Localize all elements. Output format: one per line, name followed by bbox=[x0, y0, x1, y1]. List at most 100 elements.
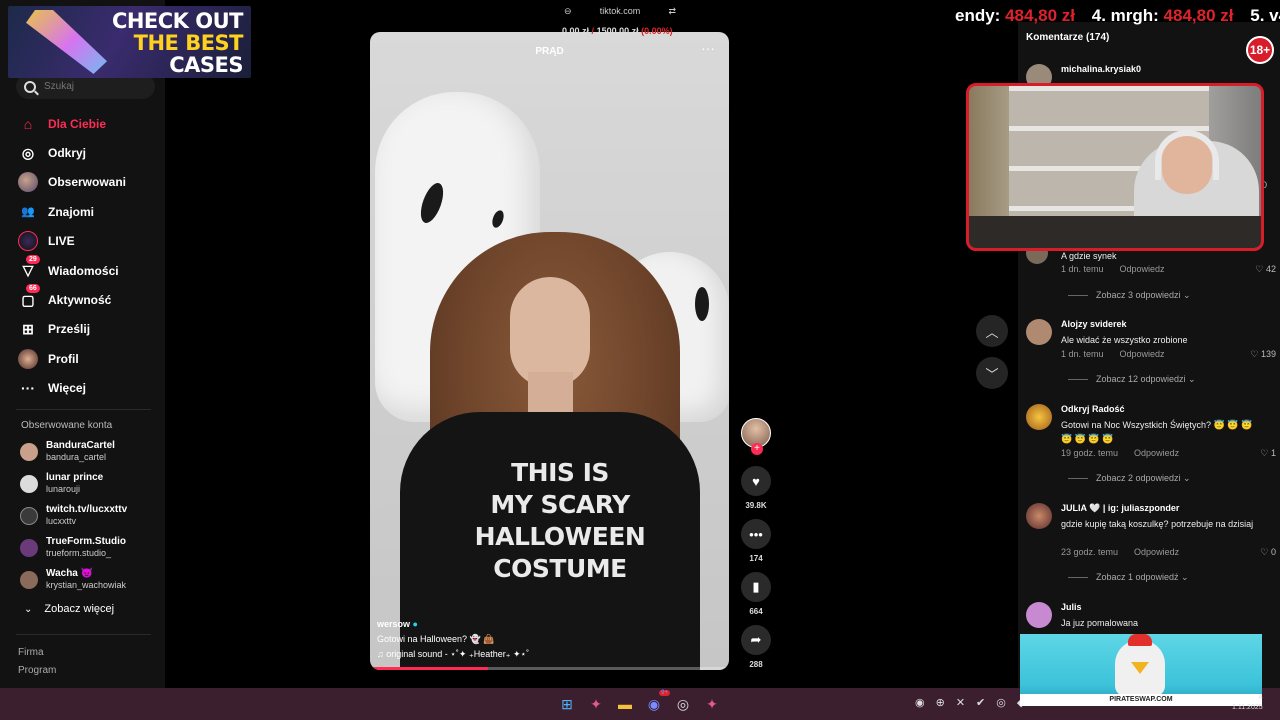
heart-icon[interactable]: ♡ 42 bbox=[1255, 264, 1276, 275]
nav-item-more[interactable]: ··· Więcej bbox=[18, 374, 158, 403]
video-username[interactable]: wersow bbox=[377, 619, 410, 629]
nav-item-explore[interactable]: ◎ Odkryj bbox=[18, 138, 158, 167]
reply-button[interactable]: Odpowiedz bbox=[1120, 349, 1165, 359]
see-more-button[interactable]: ⌄ Zobacz więcej bbox=[24, 603, 114, 615]
comment-meta: 23 godz. temu Odpowiedz bbox=[1061, 547, 1180, 557]
followed-account[interactable]: lunar prince lunarouji bbox=[20, 472, 103, 495]
save-count: 664 bbox=[749, 607, 763, 616]
url-label[interactable]: tiktok.com bbox=[600, 6, 641, 16]
share-count: 288 bbox=[749, 660, 763, 669]
main-nav: ⌂ Dla Ciebie ◎ Odkryj Obserwowani 👥 Znaj… bbox=[18, 109, 158, 403]
more-options-icon[interactable]: ··· bbox=[701, 40, 715, 56]
next-video-button[interactable]: ﹀ bbox=[976, 357, 1008, 389]
nav-item-for-you[interactable]: ⌂ Dla Ciebie bbox=[18, 109, 158, 138]
comment-text: Ja juz pomalowana bbox=[1061, 618, 1139, 628]
creator-avatar[interactable]: + bbox=[741, 418, 771, 455]
comment-action[interactable]: ••• 174 bbox=[740, 519, 772, 563]
promo-line-3: CASES bbox=[169, 53, 243, 77]
search-icon bbox=[24, 80, 36, 93]
comment-count: 174 bbox=[749, 554, 763, 563]
nav-item-upload[interactable]: ⊞ Prześlij bbox=[18, 315, 158, 344]
avatar bbox=[20, 538, 38, 557]
file-explorer-icon[interactable]: ▬ bbox=[613, 692, 637, 716]
windows-start-icon[interactable]: ⊞ bbox=[555, 692, 579, 716]
comment-author[interactable]: Odkryj Radość bbox=[1061, 404, 1125, 414]
followed-account[interactable]: twitch.tv/lucxxttv lucxxttv bbox=[20, 504, 127, 527]
video-player[interactable]: THIS IS MY SCARY HALLOWEEN COSTUME PRĄD … bbox=[370, 32, 729, 670]
link-icon[interactable]: ⊖ bbox=[564, 6, 572, 17]
nav-item-profile[interactable]: Profil bbox=[18, 344, 158, 373]
comment-author[interactable]: michalina.krysiak0 bbox=[1061, 64, 1141, 74]
comment-author[interactable]: JULIA 🤍 | ig: juliaszponder bbox=[1061, 503, 1179, 514]
shirt-text: THIS IS MY SCARY HALLOWEEN COSTUME bbox=[474, 458, 646, 583]
heart-icon[interactable]: ♡ 0 bbox=[1260, 547, 1276, 558]
save-action[interactable]: ▮ 664 bbox=[740, 572, 772, 616]
knife-image bbox=[26, 10, 107, 74]
comment-item: Odkryj Radość Gotowi na Noc Wszystkich Ś… bbox=[1026, 404, 1276, 494]
follow-plus-icon[interactable]: + bbox=[751, 443, 763, 455]
sponsor-banner[interactable]: PIRATESWAP.COM bbox=[1020, 634, 1262, 706]
reply-button[interactable]: Odpowiedz bbox=[1134, 547, 1179, 557]
share-icon[interactable]: ➦ bbox=[741, 625, 771, 655]
followed-account[interactable]: TrueForm.Studio trueform.studio_ bbox=[20, 536, 126, 559]
promo-line-2: THE BEST bbox=[133, 31, 244, 55]
app-star-icon-2[interactable]: ✦ bbox=[700, 692, 724, 716]
price-overlay: 0,00 zł / 1500,00 zł (0.00%) bbox=[562, 26, 673, 36]
comment-text: Ale widać że wszystko zrobione bbox=[1061, 335, 1188, 345]
followed-account[interactable]: BanduraCartel bandura_cartel bbox=[20, 440, 115, 463]
share-action[interactable]: ➦ 288 bbox=[740, 625, 772, 669]
tray-check-icon[interactable]: ✔ bbox=[976, 696, 985, 709]
obs-icon[interactable]: ◎ bbox=[671, 692, 695, 716]
comment-author[interactable]: Julis bbox=[1061, 602, 1082, 612]
activity-icon: ▢ 66 bbox=[18, 284, 40, 310]
footer-link-program[interactable]: Program bbox=[18, 665, 56, 676]
nav-label: Wiadomości bbox=[48, 263, 119, 278]
bookmark-icon[interactable]: ▮ bbox=[741, 572, 771, 602]
nav-label: Dla Ciebie bbox=[48, 116, 107, 131]
heart-icon[interactable]: ♡ 1 bbox=[1260, 448, 1276, 459]
settings-icon[interactable]: ⇄ bbox=[668, 6, 676, 17]
promo-line-1: CHECK OUT bbox=[111, 9, 244, 33]
upload-icon: ⊞ bbox=[22, 320, 34, 337]
nav-item-friends[interactable]: 👥 Znajomi bbox=[18, 197, 158, 226]
nav-item-activity[interactable]: ▢ 66 Aktywność bbox=[18, 284, 158, 314]
heart-icon[interactable]: ♡ 139 bbox=[1250, 349, 1276, 360]
heart-icon[interactable]: ♥ bbox=[741, 466, 771, 496]
nav-item-following[interactable]: Obserwowani bbox=[18, 168, 158, 197]
nav-item-live[interactable]: LIVE bbox=[18, 227, 158, 256]
avatar[interactable] bbox=[1026, 404, 1052, 430]
comment-icon[interactable]: ••• bbox=[741, 519, 771, 549]
followed-account[interactable]: Wacha 👿 krystian_wachowiak bbox=[20, 568, 126, 591]
avatar[interactable] bbox=[1026, 319, 1052, 345]
tray-tool-icon[interactable]: ✕ bbox=[956, 696, 965, 709]
previous-video-button[interactable]: ︿ bbox=[976, 315, 1008, 347]
view-replies-button[interactable]: Zobacz 3 odpowiedzi ⌄ bbox=[1068, 290, 1191, 301]
view-replies-button[interactable]: Zobacz 2 odpowiedzi ⌄ bbox=[1068, 473, 1191, 484]
search-input[interactable] bbox=[44, 81, 144, 92]
nav-item-messages[interactable]: ▽ 29 Wiadomości bbox=[18, 254, 158, 285]
view-replies-button[interactable]: Zobacz 12 odpowiedzi ⌄ bbox=[1068, 374, 1196, 385]
comment-text: gdzie kupię taką koszulkę? potrzebuje na… bbox=[1061, 519, 1254, 529]
tray-network-icon[interactable]: ◎ bbox=[996, 696, 1006, 709]
comment-author[interactable]: Alojzy sviderek bbox=[1061, 319, 1127, 329]
avatar[interactable] bbox=[1026, 503, 1052, 529]
like-count: 39.8K bbox=[745, 501, 767, 510]
reply-button[interactable]: Odpowiedz bbox=[1134, 448, 1179, 458]
discord-icon[interactable]: ◉ 9+ bbox=[642, 690, 670, 716]
video-progress-bar[interactable] bbox=[370, 667, 729, 670]
view-replies-button[interactable]: Zobacz 1 odpowiedź ⌄ bbox=[1068, 572, 1189, 583]
system-clock[interactable]: 4 1.11.2025 bbox=[1232, 693, 1263, 713]
browser-top-bar: ⊖ tiktok.com ⇄ bbox=[540, 4, 700, 18]
sound-label[interactable]: ♫ original sound - ⋆˚✦ ₊Heather₊ ✦⋆˚ bbox=[377, 647, 529, 662]
app-star-icon[interactable]: ✦ bbox=[584, 692, 608, 716]
avatar bbox=[20, 474, 38, 493]
tray-app-icon[interactable]: ⊕ bbox=[936, 696, 945, 709]
tray-discord-icon[interactable]: ◉ bbox=[915, 696, 925, 709]
avatar[interactable] bbox=[1026, 602, 1052, 628]
reply-button[interactable]: Odpowiedz bbox=[1120, 264, 1165, 274]
promo-banner[interactable]: CHECK OUT THE BEST CASES bbox=[8, 6, 251, 78]
footer-link-company[interactable]: Firma bbox=[18, 647, 44, 658]
home-icon: ⌂ bbox=[23, 115, 33, 132]
like-action[interactable]: ♥ 39.8K bbox=[740, 466, 772, 510]
nav-label: Prześlij bbox=[48, 322, 91, 337]
